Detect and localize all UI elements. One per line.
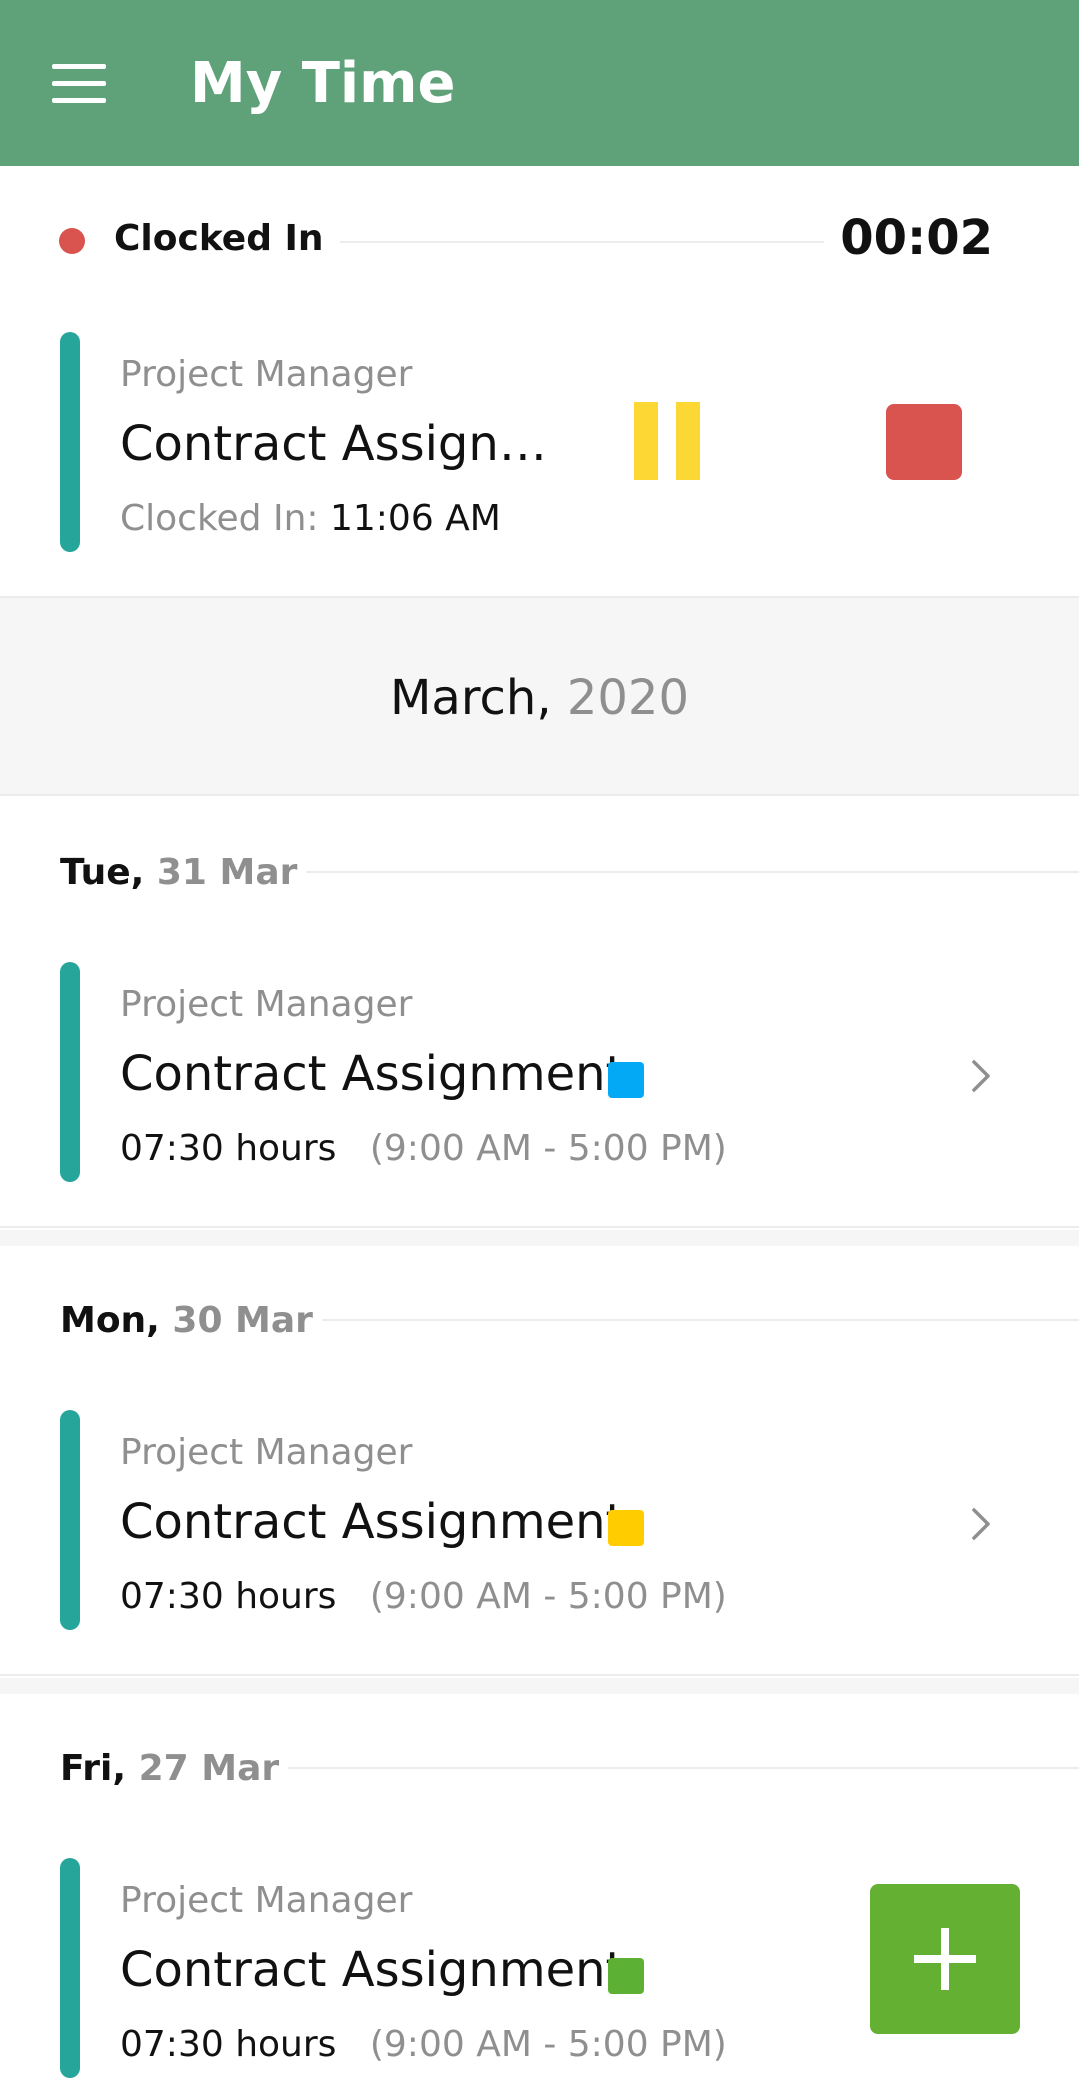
entry-accent-bar xyxy=(60,962,80,1182)
day-header: Fri, 27 Mar xyxy=(60,1748,279,1789)
day-section: Tue, 31 Mar Project Manager Contract Ass… xyxy=(0,798,1079,1228)
chevron-right-icon[interactable] xyxy=(962,1494,1002,1554)
divider xyxy=(306,871,1079,873)
project-color-tag xyxy=(608,1510,644,1546)
app-header: My Time xyxy=(0,0,1079,166)
clocked-in-time: 11:06 AM xyxy=(329,498,501,539)
clock-status-label: Clocked In xyxy=(114,218,324,259)
project-color-tag xyxy=(608,1958,644,1994)
month-header: March, 2020 xyxy=(0,596,1079,796)
entry-time-range: (9:00 AM - 5:00 PM) xyxy=(369,1576,727,1617)
add-entry-button[interactable] xyxy=(870,1884,1020,2034)
entry-hours-line: 07:30 hours (9:00 AM - 5:00 PM) xyxy=(120,1128,727,1169)
month-label: March, 2020 xyxy=(0,598,1079,798)
entry-role: Project Manager xyxy=(120,1880,413,1921)
entry-project: Contract Assignment xyxy=(120,1494,625,1550)
month-year: 2020 xyxy=(566,670,689,726)
pause-icon xyxy=(634,402,658,480)
day-date: 30 Mar xyxy=(172,1300,313,1341)
entry-hours-line: 07:30 hours (9:00 AM - 5:00 PM) xyxy=(120,1576,727,1617)
day-header: Mon, 30 Mar xyxy=(60,1300,313,1341)
section-gap xyxy=(0,1230,1079,1246)
time-entry-row[interactable]: Project Manager Contract Assignment 07:3… xyxy=(0,1404,1079,1634)
day-header: Tue, 31 Mar xyxy=(60,852,297,893)
day-section: Mon, 30 Mar Project Manager Contract Ass… xyxy=(0,1246,1079,1676)
section-gap xyxy=(0,1678,1079,1694)
clocked-in-time-line: Clocked In: 11:06 AM xyxy=(120,498,501,539)
day-date: 27 Mar xyxy=(138,1748,280,1789)
pause-button[interactable] xyxy=(620,400,710,484)
status-dot-icon xyxy=(59,228,85,254)
divider xyxy=(340,241,824,243)
clocked-in-label: Clocked In: xyxy=(120,498,319,539)
entry-project: Contract Assignm... xyxy=(120,416,560,472)
entry-hours: 07:30 hours xyxy=(120,2024,337,2065)
elapsed-timer: 00:02 xyxy=(840,210,993,266)
divider xyxy=(288,1767,1079,1769)
entry-time-range: (9:00 AM - 5:00 PM) xyxy=(369,1128,727,1169)
month-name: March, xyxy=(390,670,552,726)
entry-role: Project Manager xyxy=(120,354,413,395)
page-title: My Time xyxy=(190,51,456,116)
entry-accent-bar xyxy=(60,1858,80,2078)
entry-accent-bar xyxy=(60,1410,80,1630)
entry-time-range: (9:00 AM - 5:00 PM) xyxy=(369,2024,727,2065)
active-time-entry[interactable]: Project Manager Contract Assignm... Cloc… xyxy=(0,316,1079,596)
project-color-tag xyxy=(608,1062,644,1098)
day-date: 31 Mar xyxy=(156,852,298,893)
entry-project: Contract Assignment xyxy=(120,1046,625,1102)
entry-hours: 07:30 hours xyxy=(120,1576,337,1617)
time-entry-row[interactable]: Project Manager Contract Assignment 07:3… xyxy=(0,956,1079,1186)
my-time-screen: My Time Clocked In 00:02 Project Manager… xyxy=(0,0,1079,2093)
clock-status-row: Clocked In 00:02 xyxy=(0,166,1079,316)
chevron-right-icon[interactable] xyxy=(962,1046,1002,1106)
entry-role: Project Manager xyxy=(120,984,413,1025)
day-weekday: Tue, xyxy=(60,852,145,893)
entry-hours-line: 07:30 hours (9:00 AM - 5:00 PM) xyxy=(120,2024,727,2065)
entry-accent-bar xyxy=(60,332,80,552)
stop-button[interactable] xyxy=(886,404,962,480)
day-weekday: Mon, xyxy=(60,1300,160,1341)
entry-role: Project Manager xyxy=(120,1432,413,1473)
divider xyxy=(322,1319,1079,1321)
day-weekday: Fri, xyxy=(60,1748,127,1789)
hamburger-menu-icon xyxy=(52,63,106,69)
menu-button[interactable] xyxy=(40,50,120,116)
entry-hours: 07:30 hours xyxy=(120,1128,337,1169)
entry-project: Contract Assignment xyxy=(120,1942,625,1998)
